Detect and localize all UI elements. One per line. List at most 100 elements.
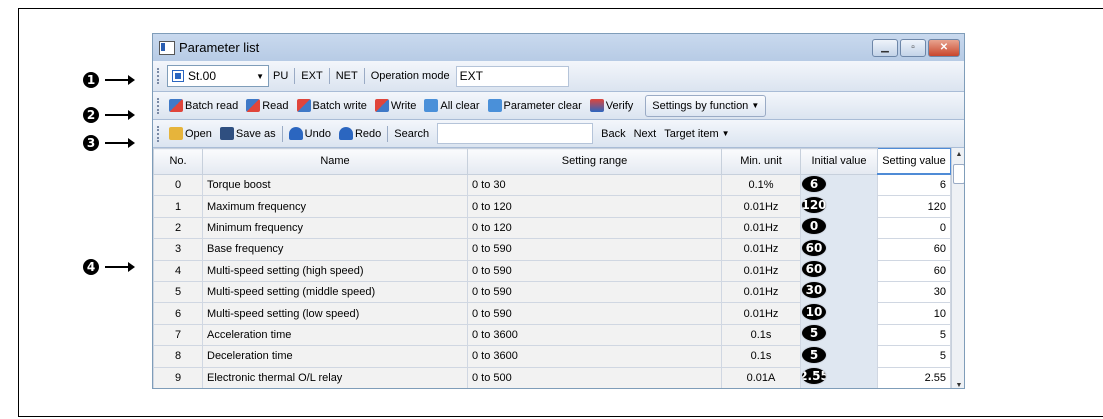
station-dropdown[interactable]: St.00 ▼ xyxy=(167,65,269,87)
window-controls: ▁ ▫ ✕ xyxy=(872,38,960,57)
table-row[interactable]: 7 Acceleration time 0 to 3600 0.1s 5 5 xyxy=(153,323,951,347)
cell-setting-value[interactable]: 60 xyxy=(877,238,951,261)
separator xyxy=(281,125,283,142)
cell-setting-range: 0 to 590 xyxy=(467,280,722,304)
write-button[interactable]: Write xyxy=(371,96,420,116)
target-item-dropdown[interactable]: Target item ▼ xyxy=(660,124,733,144)
callout-number: 4 xyxy=(83,259,99,275)
column-header-setting-range[interactable]: Setting range xyxy=(467,148,722,175)
next-button[interactable]: Next xyxy=(630,124,661,144)
cell-setting-range: 0 to 120 xyxy=(467,216,722,240)
column-header-initial-value[interactable]: Initial value xyxy=(800,148,878,175)
open-button[interactable]: Open xyxy=(165,124,216,144)
parameter-clear-button[interactable]: Parameter clear xyxy=(484,96,586,116)
cell-min-unit: 0.01Hz xyxy=(721,195,801,218)
write-icon xyxy=(374,99,389,112)
table-row[interactable]: 9 Electronic thermal O/L relay 0 to 500 … xyxy=(153,366,951,388)
back-button[interactable]: Back xyxy=(597,124,629,144)
cell-name: Deceleration time xyxy=(202,345,468,368)
callout-1: 1 xyxy=(83,72,135,88)
chevron-down-icon: ▼ xyxy=(256,71,264,81)
cell-setting-value[interactable]: 30 xyxy=(877,280,951,304)
callout-number: 1 xyxy=(83,72,99,88)
ext-button[interactable]: EXT xyxy=(297,66,326,86)
cell-setting-value[interactable]: 5 xyxy=(877,323,951,347)
close-button[interactable]: ✕ xyxy=(928,38,960,57)
table-row[interactable]: 0 Torque boost 0 to 30 0.1% 6 6 xyxy=(153,173,951,197)
minimize-button[interactable]: ▁ xyxy=(872,38,898,57)
cell-setting-value[interactable]: 60 xyxy=(877,259,951,282)
cell-name: Multi-speed setting (high speed) xyxy=(202,259,468,282)
settings-by-function-dropdown[interactable]: Settings by function ▼ xyxy=(645,94,767,117)
search-input[interactable] xyxy=(437,123,594,144)
separator xyxy=(294,68,296,84)
pu-button[interactable]: PU xyxy=(269,66,292,86)
cell-setting-value[interactable]: 120 xyxy=(877,195,951,218)
cell-setting-range: 0 to 590 xyxy=(467,259,722,282)
toolbar-grip[interactable] xyxy=(157,68,162,84)
cell-setting-range: 0 to 3600 xyxy=(467,345,722,368)
parameter-table: No. Name Setting range Min. unit Initial… xyxy=(153,148,951,388)
parameter-clear-icon xyxy=(487,99,502,112)
scroll-thumb[interactable] xyxy=(953,164,964,184)
undo-icon xyxy=(288,127,303,140)
separator xyxy=(363,68,365,84)
scroll-down-icon[interactable]: ▼ xyxy=(952,379,964,388)
cell-setting-range: 0 to 590 xyxy=(467,302,722,325)
table-row[interactable]: 3 Base frequency 0 to 590 0.01Hz 60 60 xyxy=(153,238,951,261)
save-as-button[interactable]: Save as xyxy=(216,124,280,144)
toolbar-grip[interactable] xyxy=(157,125,162,142)
verify-button[interactable]: Verify xyxy=(586,96,638,116)
column-header-no[interactable]: No. xyxy=(153,148,203,175)
cell-setting-range: 0 to 120 xyxy=(467,195,722,218)
title-bar[interactable]: Parameter list ▁ ▫ ✕ xyxy=(153,34,964,61)
cell-setting-range: 0 to 30 xyxy=(467,173,722,197)
cell-initial-value: 30 xyxy=(801,281,827,300)
chevron-down-icon: ▼ xyxy=(721,129,730,138)
table-row[interactable]: 5 Multi-speed setting (middle speed) 0 t… xyxy=(153,280,951,304)
table-row[interactable]: 1 Maximum frequency 0 to 120 0.01Hz 120 … xyxy=(153,195,951,218)
separator xyxy=(328,68,330,84)
callout-2: 2 xyxy=(83,107,135,123)
cell-setting-value[interactable]: 6 xyxy=(877,173,951,197)
redo-label: Redo xyxy=(354,127,382,140)
cell-name: Multi-speed setting (low speed) xyxy=(202,302,468,325)
all-clear-button[interactable]: All clear xyxy=(420,96,483,116)
table-row[interactable]: 8 Deceleration time 0 to 3600 0.1s 5 5 xyxy=(153,345,951,368)
redo-button[interactable]: Redo xyxy=(335,124,385,144)
undo-label: Undo xyxy=(304,127,331,140)
cell-min-unit: 0.01Hz xyxy=(721,238,801,261)
table-row[interactable]: 6 Multi-speed setting (low speed) 0 to 5… xyxy=(153,302,951,325)
read-label: Read xyxy=(262,99,289,112)
cell-setting-value[interactable]: 0 xyxy=(877,216,951,240)
cell-setting-range: 0 to 500 xyxy=(467,366,722,388)
cell-no: 7 xyxy=(153,323,203,347)
net-button[interactable]: NET xyxy=(332,66,362,86)
vertical-scrollbar[interactable]: ▲ ▼ xyxy=(951,148,964,388)
all-clear-icon xyxy=(424,99,439,112)
cell-no: 5 xyxy=(153,280,203,304)
column-header-name[interactable]: Name xyxy=(202,148,468,175)
table-row[interactable]: 2 Minimum frequency 0 to 120 0.01Hz 0 0 xyxy=(153,216,951,240)
callout-arrow xyxy=(105,110,135,120)
target-item-label: Target item xyxy=(664,127,719,140)
separator xyxy=(387,125,389,142)
chevron-down-icon: ▼ xyxy=(751,101,760,110)
cell-setting-value[interactable]: 2.55 xyxy=(877,366,951,388)
scroll-up-icon[interactable]: ▲ xyxy=(952,148,964,162)
cell-initial-value: 120 xyxy=(801,195,827,214)
undo-button[interactable]: Undo xyxy=(285,124,335,144)
column-header-min-unit[interactable]: Min. unit xyxy=(721,148,801,175)
cell-setting-value[interactable]: 10 xyxy=(877,302,951,325)
cell-min-unit: 0.1s xyxy=(721,323,801,347)
column-header-setting-value[interactable]: Setting value xyxy=(877,148,951,175)
callout-number: 3 xyxy=(83,135,99,151)
maximize-button[interactable]: ▫ xyxy=(900,38,926,57)
table-row[interactable]: 4 Multi-speed setting (high speed) 0 to … xyxy=(153,259,951,282)
batch-write-button[interactable]: Batch write xyxy=(293,96,371,116)
cell-initial-value: 0 xyxy=(801,217,827,236)
batch-read-button[interactable]: Batch read xyxy=(165,96,242,116)
read-button[interactable]: Read xyxy=(242,96,292,116)
toolbar-grip[interactable] xyxy=(157,97,162,114)
cell-setting-value[interactable]: 5 xyxy=(877,345,951,368)
